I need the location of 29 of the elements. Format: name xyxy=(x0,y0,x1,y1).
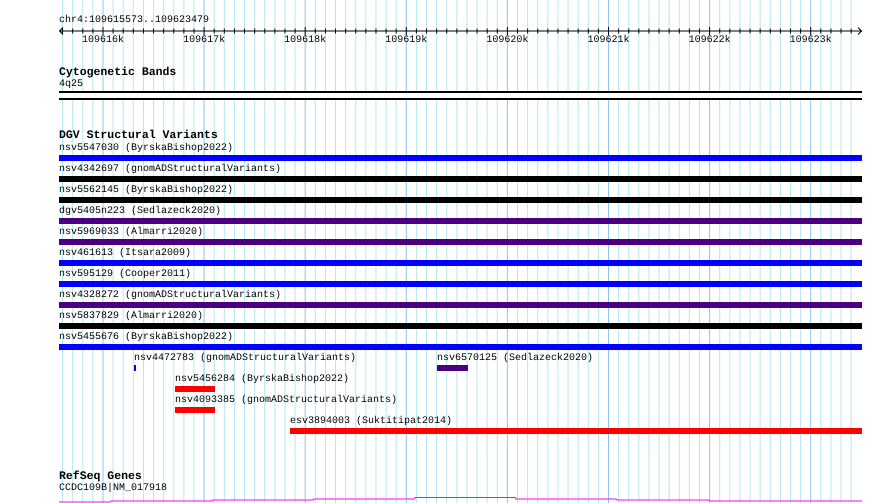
band-label: 4q25 xyxy=(59,79,84,91)
track-title: DGV Structural Variants xyxy=(59,130,219,142)
track-title: Cytogenetic Bands xyxy=(59,67,178,79)
feature-label: esv3894003 (Suktitipat2014) xyxy=(290,416,452,428)
tick-label: 109618k xyxy=(284,35,326,47)
feature-label: nsv4342697 (gnomADStructuralVariants) xyxy=(59,164,282,176)
location-label: chr4:109615573..109623479 xyxy=(59,14,210,27)
feature-label: nsv5456284 (ByrskaBishop2022) xyxy=(175,374,350,386)
tick-label: 109617k xyxy=(183,35,226,47)
feature-label: nsv595129 (Cooper2011) xyxy=(59,269,192,281)
tick-label: 109619k xyxy=(385,35,428,47)
feature-label: nsv6570125 (Sedlazeck2020) xyxy=(437,353,594,365)
track-title: RefSeq Genes xyxy=(59,471,142,483)
feature-label: nsv4328272 (gnomADStructuralVariants) xyxy=(59,290,282,302)
feature-label: nsv5562145 (ByrskaBishop2022) xyxy=(59,185,234,197)
tick-label: 109622k xyxy=(688,35,731,47)
feature-label: nsv5455676 (ByrskaBishop2022) xyxy=(59,332,234,344)
feature-label: nsv5969033 (Almarri2020) xyxy=(59,227,204,239)
gene-label: CCDC109B|NM_017918 xyxy=(59,483,168,495)
tick-label: 109623k xyxy=(790,35,832,47)
feature-label: nsv461613 (Itsara2009) xyxy=(59,248,192,260)
feature-label: nsv5547030 (ByrskaBishop2022) xyxy=(59,143,234,155)
feature-label: dgv5405n223 (Sedlazeck2020) xyxy=(59,206,222,218)
feature-label: nsv5837829 (Almarri2020) xyxy=(59,311,204,323)
feature-label: nsv4093385 (gnomADStructuralVariants) xyxy=(175,395,398,407)
tick-label: 109620k xyxy=(486,35,528,47)
tick-label: 109616k xyxy=(82,35,124,47)
tick-label: 109621k xyxy=(588,35,630,47)
feature-label: nsv4472783 (gnomADStructuralVariants) xyxy=(134,353,356,365)
